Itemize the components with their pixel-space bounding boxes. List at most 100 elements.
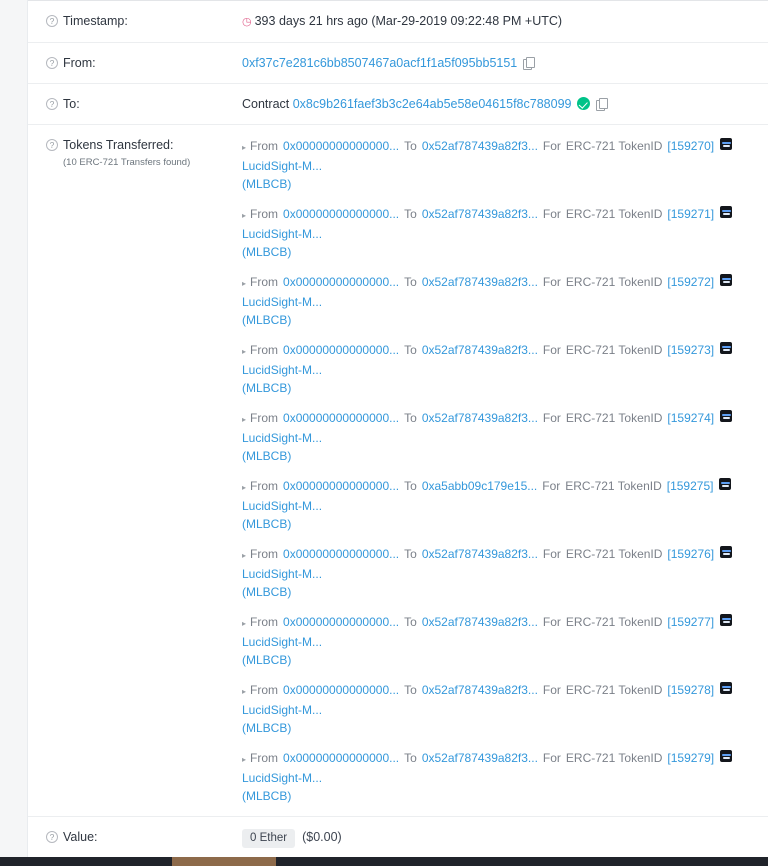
- transfer-token-symbol[interactable]: (MLBCB): [242, 515, 763, 533]
- expand-caret-icon[interactable]: ▸: [242, 479, 246, 497]
- transfer-token-symbol[interactable]: (MLBCB): [242, 243, 763, 261]
- transfer-token-id[interactable]: [159274]: [667, 409, 714, 427]
- transfer-to-address[interactable]: 0x52af787439a82f3...: [422, 545, 538, 563]
- row-to: ? To: Contract 0x8c9b261faef3b3c2e64ab5e…: [28, 83, 768, 124]
- token-logo-icon: [720, 682, 733, 694]
- help-icon[interactable]: ?: [46, 98, 58, 110]
- transfer-to-address[interactable]: 0x52af787439a82f3...: [422, 409, 538, 427]
- transfer-from-address[interactable]: 0x00000000000000...: [283, 545, 399, 563]
- label-text: To:: [63, 97, 80, 111]
- help-icon[interactable]: ?: [46, 15, 58, 27]
- transfer-for-label: For: [542, 343, 561, 357]
- help-icon[interactable]: ?: [46, 831, 58, 843]
- transfer-to-address[interactable]: 0x52af787439a82f3...: [422, 341, 538, 359]
- expand-caret-icon[interactable]: ▸: [242, 547, 246, 565]
- from-address-link[interactable]: 0xf37c7e281c6bb8507467a0acf1f1a5f095bb51…: [242, 56, 517, 70]
- transfer-token-name[interactable]: LucidSight-M...: [242, 633, 322, 651]
- transfer-from-address[interactable]: 0x00000000000000...: [283, 409, 399, 427]
- transfer-from-address[interactable]: 0x00000000000000...: [283, 749, 399, 767]
- transfer-token-symbol[interactable]: (MLBCB): [242, 311, 763, 329]
- transfer-to-label: To: [404, 275, 417, 289]
- expand-caret-icon[interactable]: ▸: [242, 615, 246, 633]
- help-icon[interactable]: ?: [46, 57, 58, 69]
- transfer-token-name[interactable]: LucidSight-M...: [242, 497, 322, 515]
- transfer-token-id[interactable]: [159275]: [667, 477, 714, 495]
- transfer-to-label: To: [404, 411, 417, 425]
- value-from: 0xf37c7e281c6bb8507467a0acf1f1a5f095bb51…: [242, 54, 768, 72]
- token-logo-icon: [720, 546, 733, 558]
- expand-caret-icon[interactable]: ▸: [242, 207, 246, 225]
- token-transfer-row: ▸ From 0x00000000000000... To 0xa5abb09c179e…: [242, 477, 768, 533]
- transfer-from-address[interactable]: 0x00000000000000...: [283, 205, 399, 223]
- transfer-to-address[interactable]: 0x52af787439a82f3...: [422, 273, 538, 291]
- transfers-count-text: (10 ERC-721 Transfers found): [63, 157, 191, 168]
- help-icon[interactable]: ?: [46, 139, 58, 151]
- expand-caret-icon[interactable]: ▸: [242, 751, 246, 769]
- transfer-from-address[interactable]: 0x00000000000000...: [283, 137, 399, 155]
- transfer-to-address[interactable]: 0x52af787439a82f3...: [422, 613, 538, 631]
- transfer-to-address[interactable]: 0xa5abb09c179e15...: [422, 477, 537, 495]
- transfer-for-label: For: [542, 411, 561, 425]
- transfer-from-label: From: [250, 615, 279, 629]
- transfer-to-address[interactable]: 0x52af787439a82f3...: [422, 137, 538, 155]
- transfer-token-symbol[interactable]: (MLBCB): [242, 787, 763, 805]
- clock-icon: ◷: [242, 16, 252, 28]
- value-badge: 0 Ether: [242, 829, 296, 848]
- expand-caret-icon[interactable]: ▸: [242, 275, 246, 293]
- transfer-standard-label: ERC-721 TokenID: [565, 207, 663, 221]
- token-transfer-list: ▸ From 0x00000000000000... To 0x52af787439a8…: [242, 136, 768, 805]
- transfer-token-symbol[interactable]: (MLBCB): [242, 379, 763, 397]
- transfer-token-name[interactable]: LucidSight-M...: [242, 157, 322, 175]
- expand-caret-icon[interactable]: ▸: [242, 343, 246, 361]
- transfer-from-address[interactable]: 0x00000000000000...: [283, 341, 399, 359]
- transfer-from-label: From: [250, 207, 279, 221]
- transfer-token-id[interactable]: [159270]: [667, 137, 714, 155]
- transfer-from-address[interactable]: 0x00000000000000...: [283, 477, 399, 495]
- to-address-link[interactable]: 0x8c9b261faef3b3c2e64ab5e58e04615f8c7880…: [293, 97, 572, 111]
- transfer-token-name[interactable]: LucidSight-M...: [242, 565, 322, 583]
- expand-caret-icon[interactable]: ▸: [242, 411, 246, 429]
- transfer-token-id[interactable]: [159273]: [667, 341, 714, 359]
- transfer-from-address[interactable]: 0x00000000000000...: [283, 273, 399, 291]
- transfer-to-address[interactable]: 0x52af787439a82f3...: [422, 681, 538, 699]
- transfer-from-address[interactable]: 0x00000000000000...: [283, 681, 399, 699]
- transfer-to-label: To: [404, 139, 417, 153]
- label-text: From:: [63, 56, 96, 70]
- transfer-token-symbol[interactable]: (MLBCB): [242, 447, 763, 465]
- transfer-token-name[interactable]: LucidSight-M...: [242, 225, 322, 243]
- transfer-token-id[interactable]: [159271]: [667, 205, 714, 223]
- copy-icon[interactable]: [596, 98, 609, 111]
- transfer-token-symbol[interactable]: (MLBCB): [242, 583, 763, 601]
- transfer-token-id[interactable]: [159276]: [667, 545, 714, 563]
- copy-icon[interactable]: [523, 57, 536, 70]
- transfer-token-symbol[interactable]: (MLBCB): [242, 651, 763, 669]
- expand-caret-icon[interactable]: ▸: [242, 139, 246, 157]
- transfer-token-name[interactable]: LucidSight-M...: [242, 701, 322, 719]
- expand-caret-icon[interactable]: ▸: [242, 683, 246, 701]
- transfer-from-address[interactable]: 0x00000000000000...: [283, 613, 399, 631]
- transfer-for-label: For: [542, 479, 561, 493]
- transfer-token-id[interactable]: [159278]: [667, 681, 714, 699]
- transfer-token-symbol[interactable]: (MLBCB): [242, 175, 763, 193]
- transfer-to-address[interactable]: 0x52af787439a82f3...: [422, 749, 538, 767]
- transfer-for-label: For: [542, 207, 561, 221]
- row-from: ? From: 0xf37c7e281c6bb8507467a0acf1f1a5…: [28, 42, 768, 83]
- transfer-token-name[interactable]: LucidSight-M...: [242, 293, 322, 311]
- transfer-for-label: For: [542, 751, 561, 765]
- token-transfer-row: ▸ From 0x00000000000000... To 0x52af787439a8…: [242, 749, 768, 805]
- transfer-token-name[interactable]: LucidSight-M...: [242, 429, 322, 447]
- token-logo-icon: [720, 206, 733, 218]
- transfer-to-address[interactable]: 0x52af787439a82f3...: [422, 205, 538, 223]
- transfer-to-label: To: [404, 207, 417, 221]
- transfer-token-name[interactable]: LucidSight-M...: [242, 769, 322, 787]
- transfer-standard-label: ERC-721 TokenID: [565, 139, 663, 153]
- verified-check-icon: [577, 97, 591, 110]
- transfer-token-id[interactable]: [159279]: [667, 749, 714, 767]
- transfer-token-id[interactable]: [159272]: [667, 273, 714, 291]
- transfer-token-name[interactable]: LucidSight-M...: [242, 361, 322, 379]
- transfer-token-symbol[interactable]: (MLBCB): [242, 719, 763, 737]
- transfer-token-id[interactable]: [159277]: [667, 613, 714, 631]
- contract-prefix: Contract: [242, 97, 290, 111]
- label-text: Value:: [63, 830, 98, 844]
- transfer-standard-label: ERC-721 TokenID: [565, 547, 663, 561]
